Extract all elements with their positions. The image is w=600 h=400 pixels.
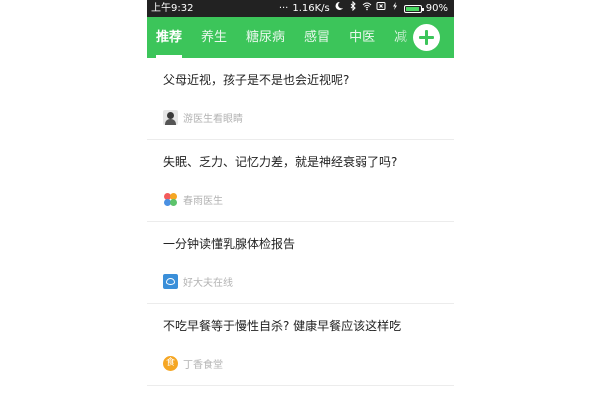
status-bar: 上午9:32 ··· 1.16K/s 90% (147, 0, 454, 17)
category-tab-bar: 推荐 养生 糖尿病 感冒 中医 减 (147, 17, 454, 58)
food-logo-icon: 食 (163, 356, 178, 371)
doctor-photo-avatar (163, 110, 178, 125)
tab-chinese-medicine[interactable]: 中医 (340, 17, 385, 58)
tab-health-care[interactable]: 养生 (192, 17, 237, 58)
article-title[interactable]: 不吃早餐等于慢性自杀? 健康早餐应该这样吃 (163, 317, 401, 334)
more-dots-icon: ··· (278, 3, 289, 14)
article-title[interactable]: 父母近视，孩子是不是也会近视呢? (163, 71, 349, 88)
battery-icon (403, 4, 424, 13)
status-time: 上午9:32 (151, 3, 194, 14)
add-category-button[interactable] (413, 24, 440, 51)
article-source: 好大夫在线 (163, 274, 233, 289)
network-speed: 1.16K/s (292, 3, 330, 14)
heart-logo-icon (163, 274, 178, 289)
article-source: 游医生看眼睛 (163, 110, 243, 125)
article-item[interactable]: 一分钟读懂乳腺体检报告 好大夫在线 (147, 222, 454, 304)
bluetooth-icon (348, 0, 358, 17)
article-source: 春雨医生 (163, 192, 223, 207)
source-name[interactable]: 游医生看眼睛 (183, 110, 243, 125)
tab-cold[interactable]: 感冒 (295, 17, 340, 58)
battery-percent: 90% (425, 3, 448, 14)
phone-screen: 上午9:32 ··· 1.16K/s 90% 推荐 养生 糖尿病 感冒 中医 父… (147, 0, 454, 400)
clover-logo-icon (163, 192, 178, 207)
status-indicators: ··· 1.16K/s 90% (279, 0, 448, 17)
article-item[interactable]: 失眠、乏力、记忆力差，就是神经衰弱了吗? 春雨医生 (147, 140, 454, 222)
charging-icon (390, 0, 400, 17)
article-item[interactable]: 不吃早餐等于慢性自杀? 健康早餐应该这样吃 食 丁香食堂 (147, 304, 454, 386)
tab-recommended[interactable]: 推荐 (147, 17, 192, 58)
article-feed: 父母近视，孩子是不是也会近视呢? 游医生看眼睛 失眠、乏力、记忆力差，就是神经衰… (147, 58, 454, 386)
category-tabs: 推荐 养生 糖尿病 感冒 中医 减 (147, 17, 417, 58)
article-item[interactable]: 父母近视，孩子是不是也会近视呢? 游医生看眼睛 (147, 58, 454, 140)
sim-x-icon (376, 0, 386, 17)
article-title[interactable]: 失眠、乏力、记忆力差，就是神经衰弱了吗? (163, 153, 397, 170)
article-source: 食 丁香食堂 (163, 356, 223, 371)
source-name[interactable]: 好大夫在线 (183, 274, 233, 289)
tab-diabetes[interactable]: 糖尿病 (237, 17, 295, 58)
article-title[interactable]: 一分钟读懂乳腺体检报告 (163, 235, 295, 252)
moon-icon (334, 0, 344, 17)
source-name[interactable]: 春雨医生 (183, 192, 223, 207)
wifi-icon (362, 0, 372, 17)
source-name[interactable]: 丁香食堂 (183, 356, 223, 371)
